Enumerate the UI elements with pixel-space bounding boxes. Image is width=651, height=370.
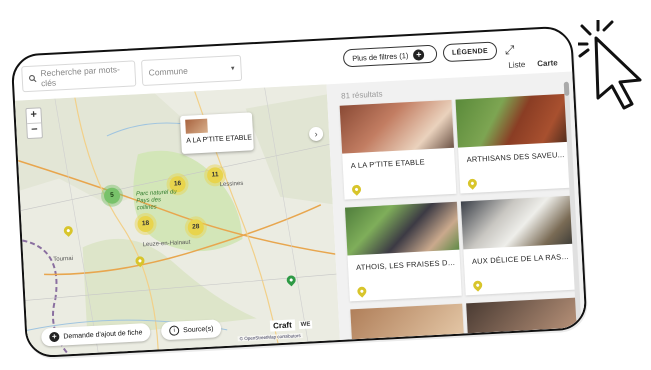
commune-select[interactable]: Commune ▾: [140, 54, 243, 87]
zoom-control: + −: [25, 107, 43, 140]
location-pin-icon: [466, 177, 479, 190]
partner-logos: Craft WE: [269, 318, 313, 332]
info-icon: i: [168, 325, 180, 336]
commune-label: Commune: [148, 65, 189, 78]
add-request-label: Demande d'ajout de fiche: [63, 328, 143, 340]
card-title: ARTHISANS DES SAVEU...: [466, 150, 565, 165]
cursor-icon: [578, 20, 642, 110]
card-image: [455, 93, 570, 148]
card-title: A LA P'TITE ETABLE: [350, 157, 426, 171]
results-panel: 81 résultats Liste Carte A LA P'TITE ETA…: [326, 58, 586, 341]
plus-icon: +: [49, 331, 60, 343]
map-background: [14, 84, 340, 357]
more-filters-label: Plus de filtres (1): [351, 50, 409, 63]
legend-button[interactable]: LÉGENDE: [442, 41, 498, 63]
more-filters-button[interactable]: Plus de filtres (1) +: [342, 44, 438, 68]
location-pin-icon: [471, 278, 485, 292]
listing-card[interactable]: [350, 303, 464, 340]
map-popup[interactable]: A LA P'TITE ETABLE: [179, 112, 254, 155]
sources-button[interactable]: i Source(s): [160, 319, 222, 341]
zoom-in-button[interactable]: +: [26, 108, 41, 123]
fullscreen-icon[interactable]: ⤢: [505, 42, 515, 57]
listing-card[interactable]: A LA P'TITE ETABLE: [339, 99, 457, 200]
chevron-down-icon: ▾: [230, 65, 235, 73]
listing-card[interactable]: ATHOIS, LES FRAISES DE...: [344, 201, 462, 302]
list-view-tab[interactable]: Liste: [508, 60, 525, 70]
card-image: [344, 201, 460, 256]
zoom-out-button[interactable]: −: [27, 122, 42, 139]
results-count: 81 résultats: [340, 89, 383, 101]
plus-icon: +: [413, 48, 425, 61]
popup-title: A LA P'TITE ETABLE: [186, 134, 253, 145]
browser-frame: Recherche par mots-clés Commune ▾ Plus d…: [10, 25, 588, 359]
popup-thumbnail: [185, 118, 208, 134]
card-image: [350, 303, 464, 340]
listing-card[interactable]: AUX DÉLICE DE LA RASP...: [460, 195, 578, 296]
card-image: [339, 99, 455, 154]
stage: Recherche par mots-clés Commune ▾ Plus d…: [0, 0, 651, 370]
card-title: ATHOIS, LES FRAISES DE...: [355, 257, 457, 273]
search-icon: [29, 75, 37, 83]
map-view[interactable]: + − A LA P'TITE ETABLE 5 16 11 18 28 Tou…: [14, 84, 340, 357]
location-pin-icon: [350, 183, 363, 196]
legend-label: LÉGENDE: [451, 47, 489, 57]
card-image: [466, 297, 580, 334]
search-placeholder: Recherche par mots-clés: [40, 64, 121, 89]
we-logo: WE: [298, 319, 313, 329]
card-title: AUX DÉLICE DE LA RASP...: [471, 251, 573, 266]
card-image: [460, 195, 576, 250]
listing-card[interactable]: [466, 297, 580, 334]
map-view-tab[interactable]: Carte: [537, 58, 558, 68]
sources-label: Source(s): [182, 325, 214, 334]
craft-logo: Craft: [269, 319, 296, 332]
listing-card[interactable]: ARTHISANS DES SAVEU...: [455, 93, 573, 194]
place-label: Tournai: [53, 255, 74, 263]
place-label: Parc naturel du Pays des collines: [135, 189, 177, 212]
place-label: Lessines: [219, 180, 244, 189]
location-pin-icon: [355, 284, 369, 298]
search-input[interactable]: Recherche par mots-clés: [21, 60, 137, 93]
